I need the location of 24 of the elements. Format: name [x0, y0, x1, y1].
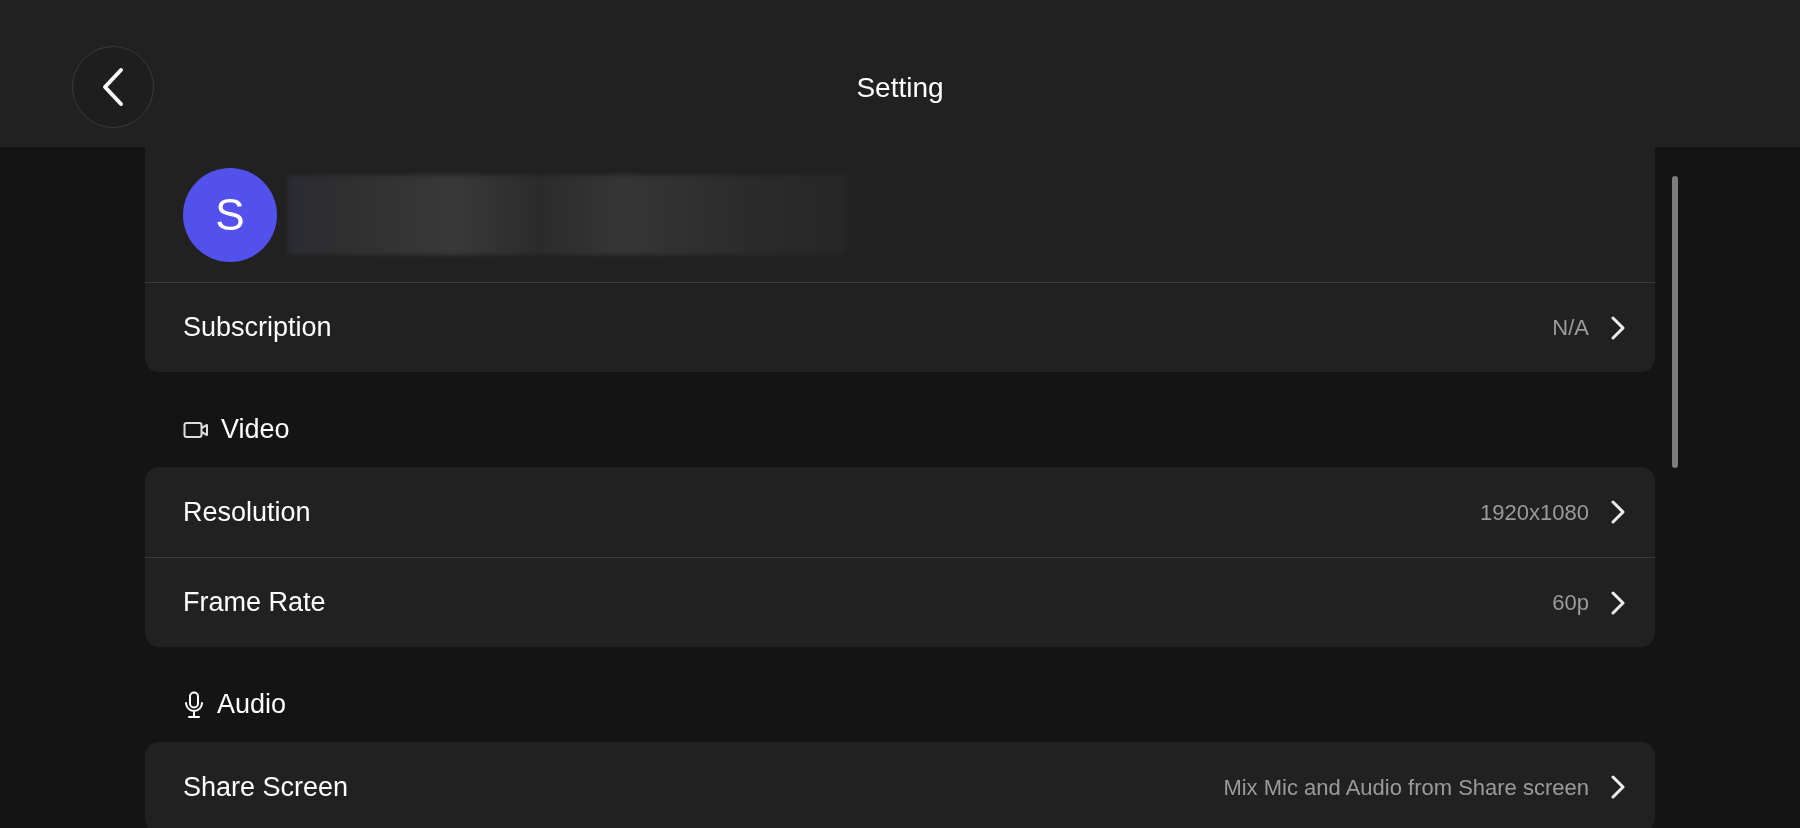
row-value: 60p — [1552, 589, 1589, 617]
chevron-icon — [1611, 315, 1625, 340]
page-title: Setting — [856, 70, 944, 105]
settings-row[interactable]: Subscription N/A — [145, 282, 1655, 372]
row-value: N/A — [1552, 314, 1589, 342]
row-label: Resolution — [183, 495, 311, 529]
chevron-icon — [1611, 775, 1625, 799]
settings-row[interactable]: Resolution 1920x1080 — [145, 467, 1655, 557]
chevron-icon — [1611, 590, 1625, 615]
row-label: Share Screen — [183, 770, 349, 804]
settings-row[interactable]: Frame Rate 60p — [145, 557, 1655, 647]
microphone-icon — [183, 690, 205, 719]
settings-row[interactable]: Share Screen Mix Mic and Audio from Share screen — [145, 742, 1655, 828]
row-value: 1920x1080 — [1480, 498, 1589, 527]
row-value: Mix Mic and Audio from Share screen — [1223, 773, 1589, 802]
chevron-icon — [1611, 500, 1625, 524]
row-label: Frame Rate — [183, 586, 326, 620]
scrollbar[interactable] — [1672, 176, 1678, 468]
back-icon — [101, 67, 125, 107]
section-title: Audio — [217, 688, 287, 722]
section-title: Video — [221, 413, 290, 447]
video-camera-icon — [183, 419, 209, 440]
row-label: Subscription — [183, 311, 332, 345]
avatar: S — [183, 167, 277, 262]
